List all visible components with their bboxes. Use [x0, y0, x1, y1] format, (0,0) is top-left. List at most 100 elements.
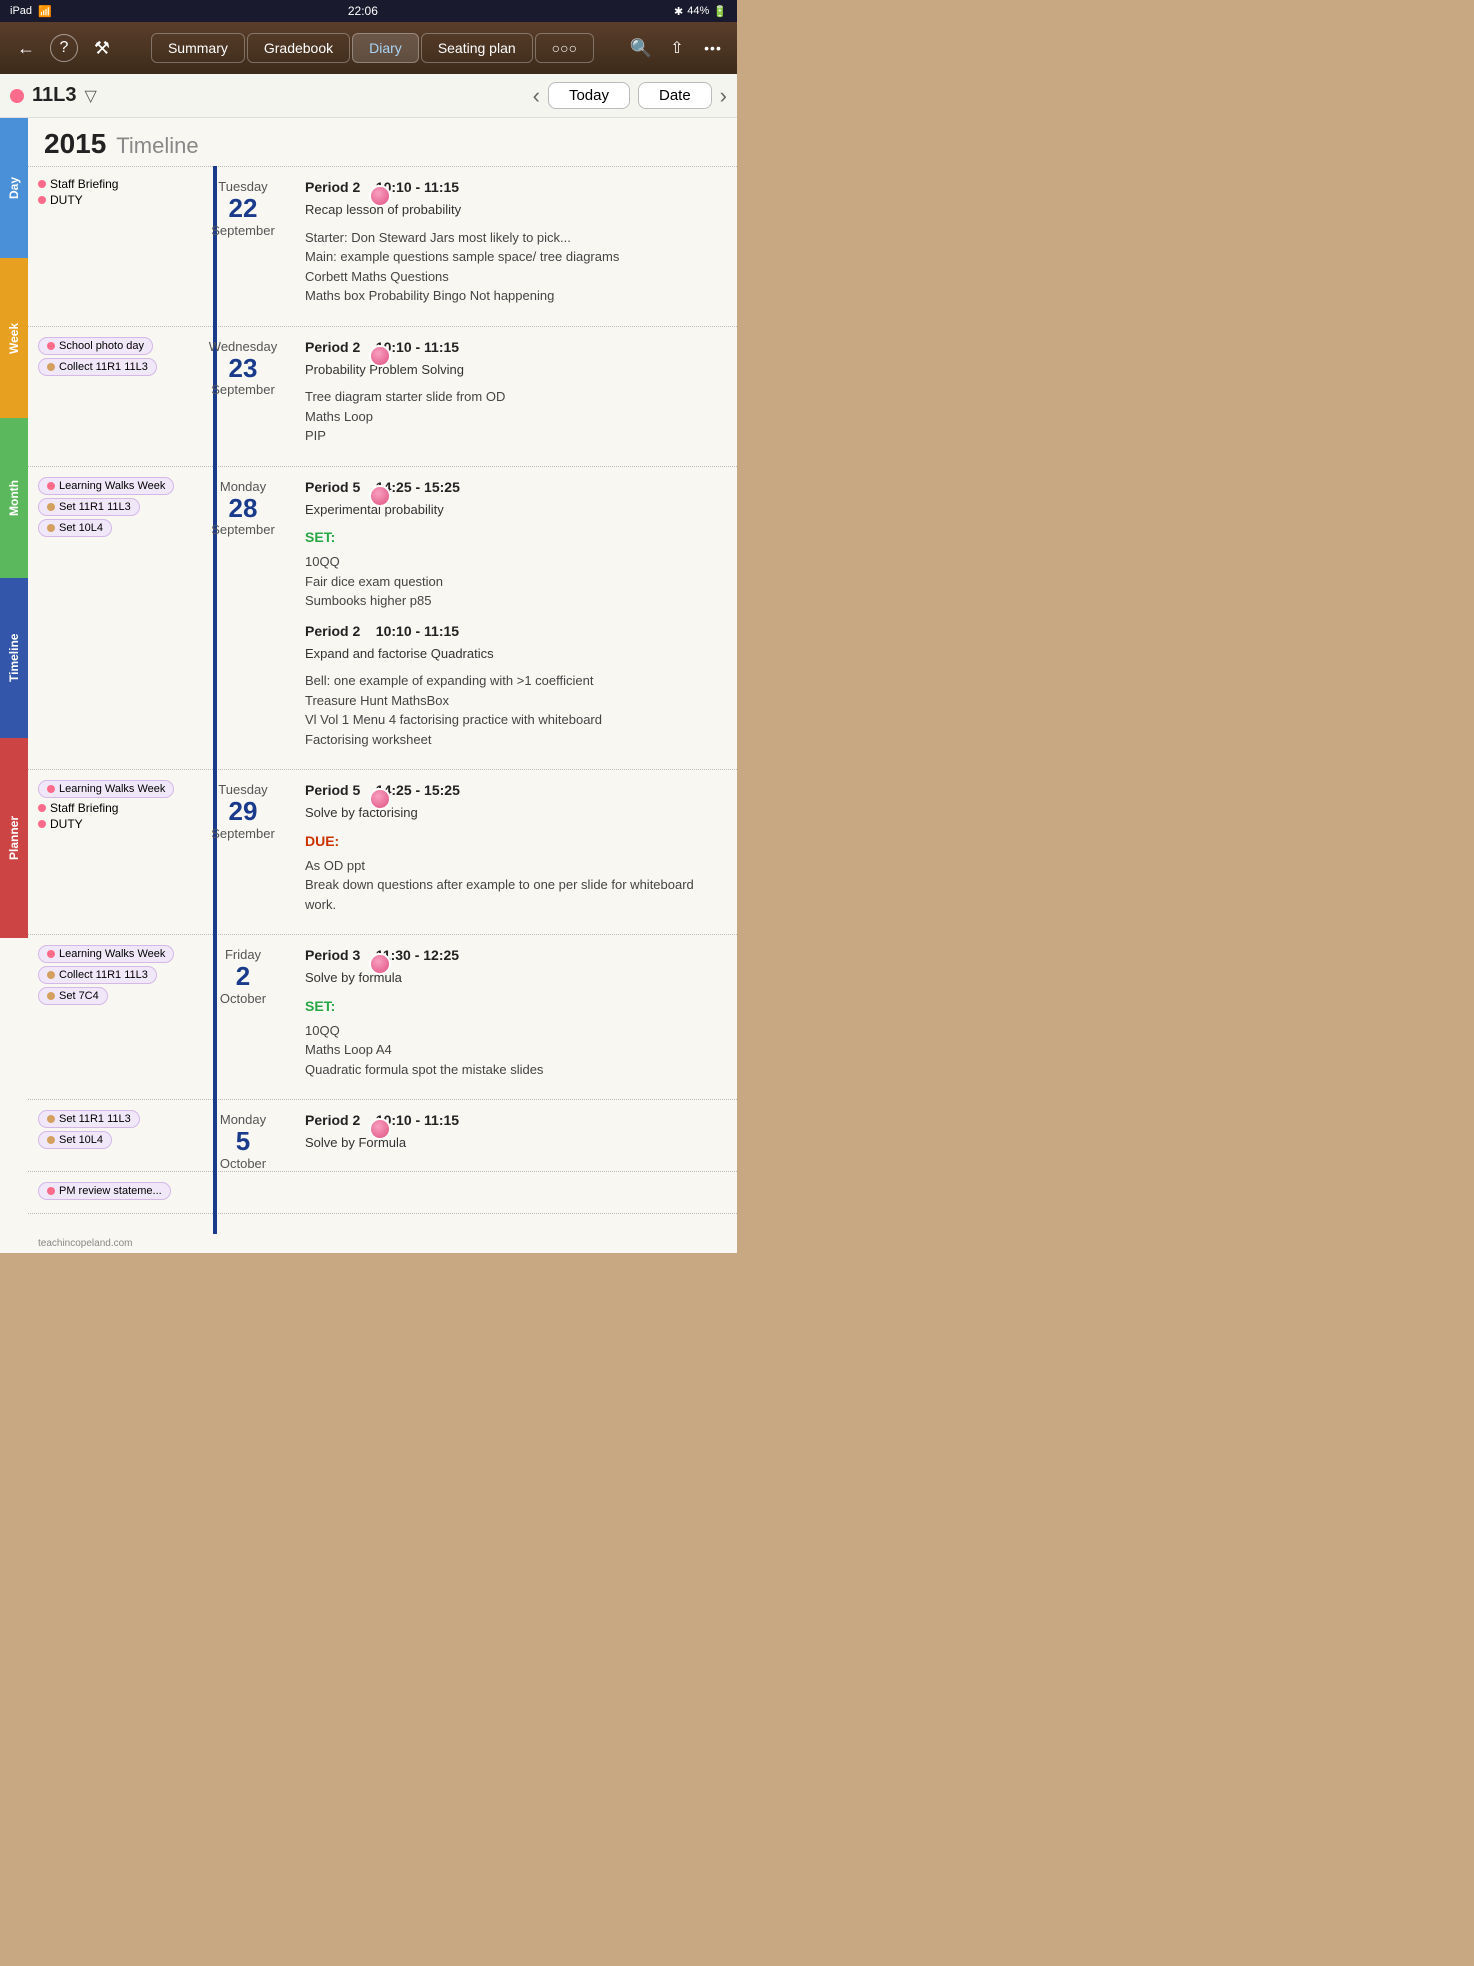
- dot-icon: [38, 180, 46, 188]
- sidebar-item-timeline[interactable]: Timeline: [0, 578, 28, 738]
- year-number: 2015: [44, 128, 106, 160]
- event-label: Set 10L4: [59, 522, 103, 534]
- class-bar: 11L3 ▽ ‹ Today Date ›: [0, 74, 737, 118]
- wifi-icon: 📶: [38, 5, 52, 18]
- date-button[interactable]: Date: [638, 82, 712, 109]
- right-col-oct2: Period 3 11:30 - 12:25 Solve by formula …: [293, 935, 737, 1099]
- watermark: teachincopeland.com: [28, 1234, 737, 1253]
- right-col-oct5: Period 2 10:10 - 11:15 Solve by Formula: [293, 1100, 737, 1171]
- event-set-7c4-oct2: Set 7C4: [38, 987, 108, 1005]
- set-label: SET:: [305, 996, 725, 1017]
- event-label: Learning Walks Week: [59, 948, 165, 960]
- event-staff-briefing-sep29: Staff Briefing: [38, 801, 185, 815]
- day-name: Tuesday: [218, 179, 267, 194]
- sidebar-item-day[interactable]: Day: [0, 118, 28, 258]
- nav-left-button[interactable]: ‹: [533, 83, 540, 109]
- tab-more[interactable]: ○○○: [535, 33, 594, 63]
- status-bar-left: iPad 📶: [10, 5, 52, 18]
- tab-gradebook[interactable]: Gradebook: [247, 33, 350, 63]
- day-name: Monday: [220, 1112, 266, 1127]
- battery-label: 44%: [687, 5, 709, 17]
- event-label: Set 11R1 11L3: [59, 501, 131, 513]
- day-name: Friday: [225, 947, 261, 962]
- dot-icon: [47, 1115, 55, 1123]
- dot-icon: [47, 971, 55, 979]
- left-col-sep23: School photo day Collect 11R1 11L3: [28, 327, 193, 466]
- period-header-5: Period 5 14:25 - 15:25: [305, 780, 725, 801]
- nav-tabs: Summary Gradebook Diary Seating plan ○○○: [126, 33, 619, 63]
- period-notes-2: Bell: one example of expanding with >1 c…: [305, 671, 725, 749]
- main-container: Day Week Month Timeline Planner 2015 Tim…: [0, 118, 737, 1253]
- dot-icon: [47, 1136, 55, 1144]
- tab-seating-plan[interactable]: Seating plan: [421, 33, 533, 63]
- nav-right-button[interactable]: ›: [720, 83, 727, 109]
- event-set-11r1-sep28: Set 11R1 11L3: [38, 498, 140, 516]
- timeline-circle-sep29: [369, 788, 391, 810]
- date-month: September: [211, 382, 275, 397]
- dot-icon: [47, 503, 55, 511]
- day-name: Monday: [220, 479, 266, 494]
- tab-summary[interactable]: Summary: [151, 33, 245, 63]
- timeline-entry-sep28: Learning Walks Week Set 11R1 11L3 Set 10…: [28, 466, 737, 770]
- filter-icon[interactable]: ▽: [84, 86, 96, 106]
- period-desc-5: Experimental probability: [305, 500, 725, 520]
- set-notes: 10QQ Fair dice exam question Sumbooks hi…: [305, 552, 725, 611]
- help-button[interactable]: ?: [50, 34, 78, 62]
- year-header: 2015 Timeline: [28, 118, 737, 166]
- timeline-circle-oct2: [369, 953, 391, 975]
- event-learning-walks-oct2: Learning Walks Week: [38, 945, 174, 963]
- today-button[interactable]: Today: [548, 82, 630, 109]
- back-button[interactable]: ←: [8, 30, 44, 66]
- class-dot: [10, 89, 24, 103]
- date-col-sep29: Tuesday 29 September: [193, 770, 293, 934]
- due-label: DUE:: [305, 831, 725, 852]
- period-notes: Tree diagram starter slide from OD Maths…: [305, 387, 725, 446]
- left-col-oct2: Learning Walks Week Collect 11R1 11L3 Se…: [28, 935, 193, 1099]
- sidebar-item-planner[interactable]: Planner: [0, 738, 28, 938]
- event-pm-review: PM review stateme...: [38, 1182, 171, 1200]
- event-school-photo: School photo day: [38, 337, 153, 355]
- wrench-button[interactable]: ⚒: [84, 30, 120, 66]
- right-col-sep22: Period 2 10:10 - 11:15 Recap lesson of p…: [293, 167, 737, 326]
- tab-diary[interactable]: Diary: [352, 33, 419, 63]
- event-label: Staff Briefing: [50, 177, 118, 191]
- status-bar-time: 22:06: [348, 4, 378, 18]
- event-label: Staff Briefing: [50, 801, 118, 815]
- battery-icon: 🔋: [713, 5, 727, 18]
- sidebar-item-month[interactable]: Month: [0, 418, 28, 578]
- event-label: Set 11R1 11L3: [59, 1113, 131, 1125]
- right-col-sep29: Period 5 14:25 - 15:25 Solve by factoris…: [293, 770, 737, 934]
- event-collect-11r1: Collect 11R1 11L3: [38, 358, 157, 376]
- timeline-area: Staff Briefing DUTY Tuesday 22 September…: [28, 166, 737, 1234]
- event-label: DUTY: [50, 193, 83, 207]
- overflow-button[interactable]: •••: [697, 32, 729, 64]
- nav-bar: ← ? ⚒ Summary Gradebook Diary Seating pl…: [0, 22, 737, 74]
- dot-icon: [47, 992, 55, 1000]
- date-number: 23: [229, 354, 258, 383]
- left-col-sep28: Learning Walks Week Set 11R1 11L3 Set 10…: [28, 467, 193, 770]
- event-label: School photo day: [59, 340, 144, 352]
- search-button[interactable]: 🔍: [625, 32, 657, 64]
- date-number: 29: [229, 797, 258, 826]
- timeline-entry-sep23: School photo day Collect 11R1 11L3 Wedne…: [28, 326, 737, 466]
- share-button[interactable]: ⇧: [661, 32, 693, 64]
- event-label: DUTY: [50, 817, 83, 831]
- left-col-sep22: Staff Briefing DUTY: [28, 167, 193, 326]
- date-number: 5: [236, 1127, 250, 1156]
- event-label: Learning Walks Week: [59, 783, 165, 795]
- right-col-pm: [293, 1172, 737, 1213]
- status-bar: iPad 📶 22:06 ✱ 44% 🔋: [0, 0, 737, 22]
- bluetooth-icon: ✱: [674, 5, 683, 18]
- timeline-entry-oct2: Learning Walks Week Collect 11R1 11L3 Se…: [28, 934, 737, 1099]
- timeline-entry-oct5: Set 11R1 11L3 Set 10L4 Monday 5 October …: [28, 1099, 737, 1171]
- timeline-circle-oct5: [369, 1118, 391, 1140]
- period-desc-2: Solve by Formula: [305, 1133, 725, 1153]
- sidebar-item-week[interactable]: Week: [0, 258, 28, 418]
- event-duty-sep22: DUTY: [38, 193, 185, 207]
- period-header-2: Period 2 10:10 - 11:15: [305, 1110, 725, 1131]
- period-header-5: Period 5 14:25 - 15:25: [305, 477, 725, 498]
- status-bar-right: ✱ 44% 🔋: [674, 5, 727, 18]
- left-col-sep29: Learning Walks Week Staff Briefing DUTY: [28, 770, 193, 934]
- event-label: Collect 11R1 11L3: [59, 361, 148, 373]
- event-learning-walks-sep28: Learning Walks Week: [38, 477, 174, 495]
